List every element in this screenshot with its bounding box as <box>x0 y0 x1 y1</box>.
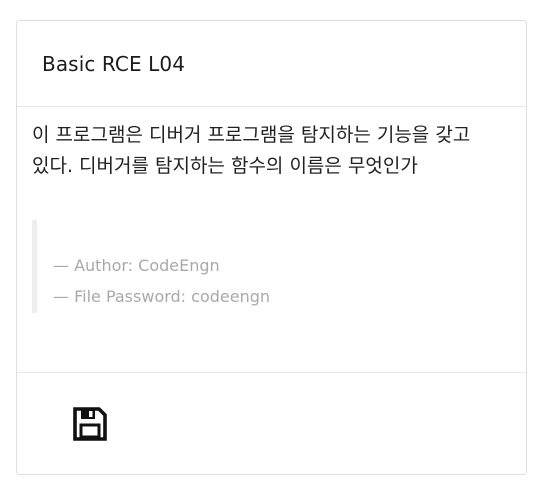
challenge-info-blockquote: — Author: CodeEngn — File Password: code… <box>32 220 512 313</box>
challenge-description: 이 프로그램은 디버거 프로그램을 탐지하는 기능을 갖고 있다. 디버거를 탐… <box>32 124 471 177</box>
file-password-line: — File Password: codeengn <box>53 287 271 306</box>
author-line: — Author: CodeEngn <box>53 256 220 275</box>
challenge-card: Basic RCE L04 이 프로그램은 디버거 프로그램을 탐지하는 기능을… <box>16 20 527 475</box>
card-header: Basic RCE L04 <box>17 21 526 107</box>
download-button[interactable] <box>72 406 108 442</box>
card-footer <box>17 373 526 474</box>
floppy-disk-save-icon <box>73 407 107 441</box>
card-body: 이 프로그램은 디버거 프로그램을 탐지하는 기능을 갖고 있다. 디버거를 탐… <box>17 107 526 373</box>
card-title: Basic RCE L04 <box>42 51 186 76</box>
